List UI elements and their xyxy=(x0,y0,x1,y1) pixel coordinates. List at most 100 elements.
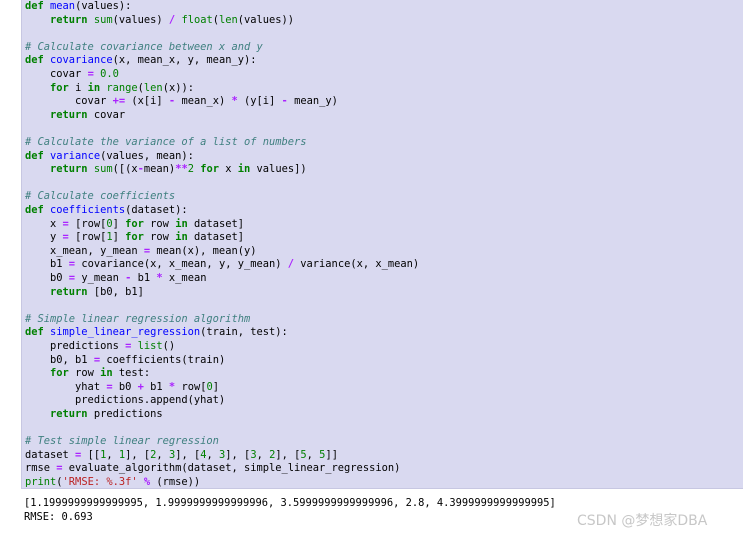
code-token: covariance xyxy=(50,54,113,67)
output-rmse: RMSE: 0.693 xyxy=(24,511,93,523)
code-token: / xyxy=(168,13,182,26)
code-line: # Calculate coefficients xyxy=(25,190,175,204)
code-token: i xyxy=(75,81,88,94)
code-token: ], [ xyxy=(225,448,251,461)
code-token: covar xyxy=(25,95,113,108)
watermark: CSDN @梦想家DBA xyxy=(577,513,708,529)
code-token: yhat xyxy=(25,380,107,393)
code-token: * xyxy=(156,272,169,284)
code-token: y xyxy=(25,231,63,244)
code-token: (x)): xyxy=(162,81,194,94)
code-token: y_mean xyxy=(81,272,126,284)
code-token: ], [ xyxy=(275,448,301,461)
code-token: predictions.append(yhat) xyxy=(25,394,226,407)
code-token: def xyxy=(25,0,51,12)
code-token: ] xyxy=(212,380,219,393)
code-line: yhat = b0 + b1 * row[0] xyxy=(25,381,219,395)
code-token: in xyxy=(237,163,257,176)
code-line: covar += (x[i] - mean_x) * (y[i] - mean_… xyxy=(25,95,338,109)
code-token: print xyxy=(25,476,57,488)
code-token: evaluate_algorithm(dataset, simple_linea… xyxy=(68,462,401,475)
code-token: predictions xyxy=(93,408,163,420)
code-token: for xyxy=(200,163,226,176)
code-token: = xyxy=(143,244,157,257)
code-token: ]] xyxy=(325,448,338,461)
code-token: x_mean, y_mean xyxy=(25,244,144,257)
code-line: def simple_linear_regression(train, test… xyxy=(25,326,288,340)
code-token: rmse xyxy=(25,462,57,475)
code-token: in xyxy=(175,231,194,244)
code-token: simple_linear_regression xyxy=(50,326,201,339)
code-line: print('RMSE: %.3f' % (rmse)) xyxy=(25,476,200,490)
code-line: def covariance(x, mean_x, y, mean_y): xyxy=(25,54,256,68)
code-token: mean_x) xyxy=(181,95,232,108)
code-token: ([(x xyxy=(112,163,138,176)
code-token: for xyxy=(125,217,151,230)
code-token: sum xyxy=(93,13,113,26)
code-cell[interactable]: def mean(values): return sum(values) / f… xyxy=(21,0,743,489)
code-token: range xyxy=(106,81,138,94)
code-token: mean_y) xyxy=(294,95,338,108)
code-token: in xyxy=(175,217,194,230)
code-token: dataset xyxy=(25,448,76,461)
code-token: * xyxy=(231,95,244,108)
code-token: def xyxy=(25,149,51,162)
code-token: b1 xyxy=(150,380,169,393)
code-token: def xyxy=(25,54,51,67)
code-token: def xyxy=(25,326,51,339)
code-token: x_mean xyxy=(168,272,207,284)
code-token: row[ xyxy=(181,380,207,393)
code-line: dataset = [[1, 1], [2, 3], [4, 3], [3, 2… xyxy=(25,449,338,463)
code-token: # Calculate coefficients xyxy=(25,190,176,203)
code-token: b0 xyxy=(118,380,138,393)
code-token: () xyxy=(162,340,176,352)
code-token: [row[ xyxy=(75,231,107,244)
code-line: b0, b1 = coefficients(train) xyxy=(25,354,225,368)
code-token: list xyxy=(137,340,163,352)
code-line: def variance(values, mean): xyxy=(25,150,194,164)
code-token: row xyxy=(150,231,176,244)
code-line: b1 = covariance(x, x_mean, y, y_mean) / … xyxy=(25,258,419,272)
code-token: return xyxy=(50,163,94,176)
code-token: = xyxy=(56,462,69,475)
code-line: # Calculate covariance between x and y xyxy=(25,41,263,55)
code-token: % xyxy=(143,476,157,488)
code-token: return xyxy=(50,108,94,121)
code-token: + xyxy=(137,380,151,393)
code-line: return [b0, b1] xyxy=(25,286,144,300)
code-line: rmse = evaluate_algorithm(dataset, simpl… xyxy=(25,462,400,476)
code-token: row xyxy=(150,217,176,230)
code-token: # Calculate the variance of a list of nu… xyxy=(25,136,307,148)
code-token: variance(x, x_mean) xyxy=(300,258,420,271)
code-token: for xyxy=(50,367,76,380)
code-token: , xyxy=(206,448,220,461)
code-token: b0, b1 xyxy=(25,353,94,366)
code-token: (x[i] xyxy=(131,95,169,108)
code-token: = xyxy=(68,272,82,284)
code-line: x = [row[0] for row in dataset] xyxy=(25,218,244,232)
code-line: return sum([(x-mean)**2 for x in values]… xyxy=(25,163,307,177)
code-line: def coefficients(dataset): xyxy=(25,204,188,218)
code-token: - xyxy=(281,95,295,108)
code-line: predictions.append(yhat) xyxy=(25,394,225,408)
code-token: += xyxy=(112,95,132,108)
code-token: (values, mean): xyxy=(100,149,194,162)
code-token: for xyxy=(50,81,76,94)
code-token: return xyxy=(50,13,94,26)
code-line: return covar xyxy=(25,109,125,123)
code-line: x_mean, y_mean = mean(x), mean(y) xyxy=(25,245,256,259)
code-token: in xyxy=(87,81,107,94)
code-token: # Calculate covariance between x and y xyxy=(25,40,263,53)
code-token: predictions xyxy=(25,340,126,352)
code-token: = xyxy=(87,68,101,80)
code-token: 2 xyxy=(187,163,201,176)
code-token: , xyxy=(106,448,119,461)
code-token: = xyxy=(75,448,88,461)
code-token: ], [ xyxy=(175,448,201,461)
code-token: coefficients(train) xyxy=(106,353,226,366)
code-token: dataset] xyxy=(193,217,245,230)
code-token: variance xyxy=(50,149,101,162)
code-token: x xyxy=(25,217,63,230)
code-line: for row in test: xyxy=(25,367,150,381)
